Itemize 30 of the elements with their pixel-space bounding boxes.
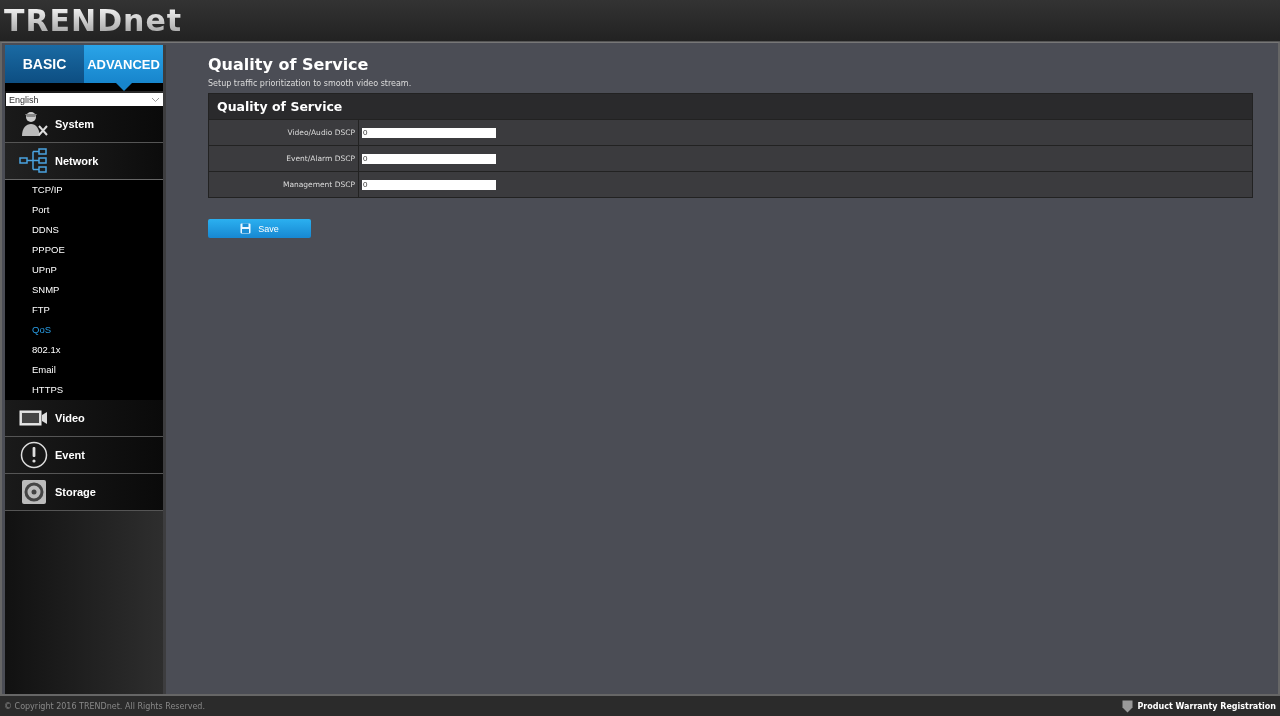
submenu-item[interactable]: 802.1x	[32, 340, 61, 360]
panel-title: Quality of Service	[209, 94, 1252, 119]
submenu-item[interactable]: HTTPS	[32, 380, 64, 400]
shield-icon	[1122, 699, 1134, 713]
input-field[interactable]: 0	[362, 179, 496, 190]
submenu-item[interactable]: FTP	[32, 300, 50, 320]
submenu-item[interactable]: DDNS	[32, 220, 59, 240]
menu-item[interactable]: Storage	[5, 474, 163, 511]
submenu-item[interactable]: TCP/IP	[32, 180, 63, 200]
menu-item[interactable]: System	[5, 106, 163, 143]
menu-item[interactable]: Video	[5, 400, 163, 437]
exclamation-icon	[19, 441, 49, 469]
copyright-text: © Copyright 2016 TRENDnet. All Rights Reserved.	[4, 701, 205, 711]
submenu-item[interactable]: UPnP	[32, 260, 57, 280]
menu-item[interactable]: Network	[5, 143, 163, 180]
technician-icon	[19, 110, 49, 138]
submenu-item[interactable]: Port	[32, 200, 50, 220]
page-description: Setup traffic prioritization to smooth video stream.	[208, 79, 413, 88]
input-field[interactable]: 0	[362, 127, 496, 138]
page-title: Quality of Service	[208, 55, 370, 74]
input-field[interactable]: 0	[362, 153, 496, 164]
menu-item[interactable]: Event	[5, 437, 163, 474]
submenu-item[interactable]: QoS	[32, 320, 51, 340]
language-select[interactable]: English	[6, 93, 163, 106]
warranty-link[interactable]: Product Warranty Registration	[1122, 699, 1276, 713]
submenu-item[interactable]: SNMP	[32, 280, 60, 300]
network-tree-icon	[19, 147, 49, 175]
chevron-down-icon	[151, 96, 160, 103]
submenu-item[interactable]: PPPOE	[32, 240, 65, 260]
submenu-item[interactable]: Email	[32, 360, 56, 380]
